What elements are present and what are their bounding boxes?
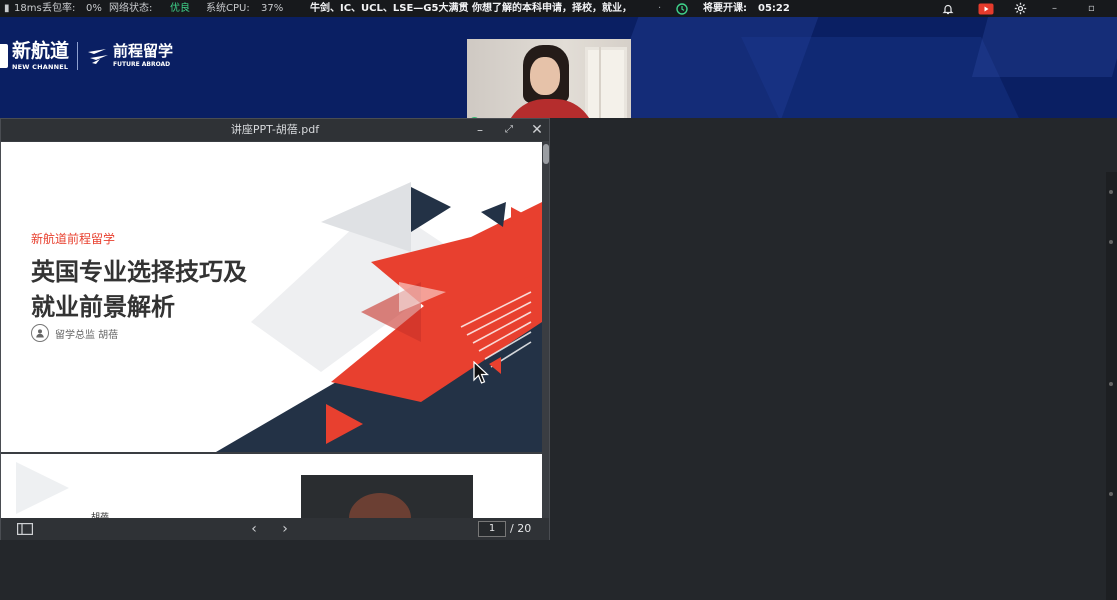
countdown-value: 05:22 [758,3,790,14]
header-decoration [741,37,1019,118]
cpu-value: 37% [261,3,284,14]
pdf-slide-page-1: 新航道前程留学 英国专业选择技巧及 就业前景解析 留学总监 胡蓓 [1,142,542,452]
cpu-label: 系统CPU: [206,3,250,14]
notification-bell-icon[interactable] [942,0,958,17]
page2-photo-hair [349,493,411,518]
restore-icon[interactable]: ▫ [1088,0,1102,17]
network-status-label: 网络状态: [109,3,153,14]
pdf-scroll-thumb[interactable] [543,144,549,164]
latency-value: 18ms [14,3,42,14]
presenter-video[interactable]: 胡蓓 [467,39,631,118]
expand-icon[interactable]: ⤢ [502,119,516,141]
classroom-screen: ▮ 18ms 丢包率: 0% 网络状态: 优良 系统CPU: 37% 牛剑、IC… [0,0,1117,600]
slide-title-line1: 英国专业选择技巧及 [31,258,247,286]
page-number-input[interactable]: 1 [478,521,506,537]
pdf-titlebar[interactable]: 讲座PPT-胡蓓.pdf – ⤢ ✕ [1,119,549,141]
sidebar-toggle-icon[interactable] [15,518,35,540]
announcement-marquee: 牛剑、IC、UCL、LSE—G5大满贯 你想了解的本科申请，择校，就业， [310,3,632,14]
pdf-viewer-window[interactable]: 讲座PPT-胡蓓.pdf – ⤢ ✕ 新航道前程留学 英国专业选择技巧及 就业前… [0,118,550,540]
close-icon[interactable]: ✕ [529,119,545,141]
brand-english: FUTURE ABROAD [113,61,171,68]
minimize-icon[interactable]: – [1052,0,1066,17]
video-window-frame [585,47,627,118]
signal-icon: ▮ [4,3,10,14]
minimize-icon[interactable]: – [473,119,487,141]
prev-page-icon[interactable]: ‹ [247,518,261,540]
marquee-dot: · [658,3,662,14]
brand-logo: 新航道 NEW CHANNEL 前程留学 FUTURE ABROAD [0,39,173,73]
pdf-toolbar: ‹ › 1 / 20 [1,518,549,540]
classroom-header: 新航道 NEW CHANNEL 前程留学 FUTURE ABROAD 胡蓓 [0,17,1117,118]
status-bar: ▮ 18ms 丢包率: 0% 网络状态: 优良 系统CPU: 37% 牛剑、IC… [0,0,1117,17]
video-window-bar [599,47,601,118]
brand-chinese: 前程留学 [113,42,174,60]
presenter-face [530,57,560,95]
settings-gear-icon[interactable] [1014,0,1030,17]
network-status-value: 优良 [170,3,190,14]
logo-mark-icon [0,44,8,68]
slide-title-line2: 就业前景解析 [31,293,175,321]
record-icon[interactable] [978,0,996,17]
slide-presenter: 留学总监 胡蓓 [31,324,118,342]
pdf-filename: 讲座PPT-胡蓓.pdf [230,123,320,136]
logo-divider [77,42,79,70]
user-avatar-icon [31,324,49,342]
logo-chinese: 新航道 [12,39,70,62]
clock-icon [676,0,690,17]
page-total: / 20 [510,522,532,535]
mouse-cursor-icon [473,361,489,384]
side-panel-edge[interactable] [1106,172,1117,600]
brand-swoosh-icon [86,45,110,67]
header-decoration [971,17,1117,77]
slide-org: 新航道前程留学 [31,232,116,246]
logo-english: NEW CHANNEL [12,62,69,71]
page2-photo [301,475,473,518]
packet-loss-label: 丢包率: [42,3,76,14]
next-page-icon[interactable]: › [278,518,292,540]
pdf-scrollbar[interactable] [543,142,549,518]
page2-decoration [16,462,69,514]
slide-presenter-label: 留学总监 胡蓓 [55,329,119,341]
packet-loss-value: 0% [86,3,102,14]
countdown-label: 将要开课: [703,3,747,14]
pdf-slide-page-2: 胡蓓 [1,454,542,518]
page2-name: 胡蓓 [91,513,110,518]
